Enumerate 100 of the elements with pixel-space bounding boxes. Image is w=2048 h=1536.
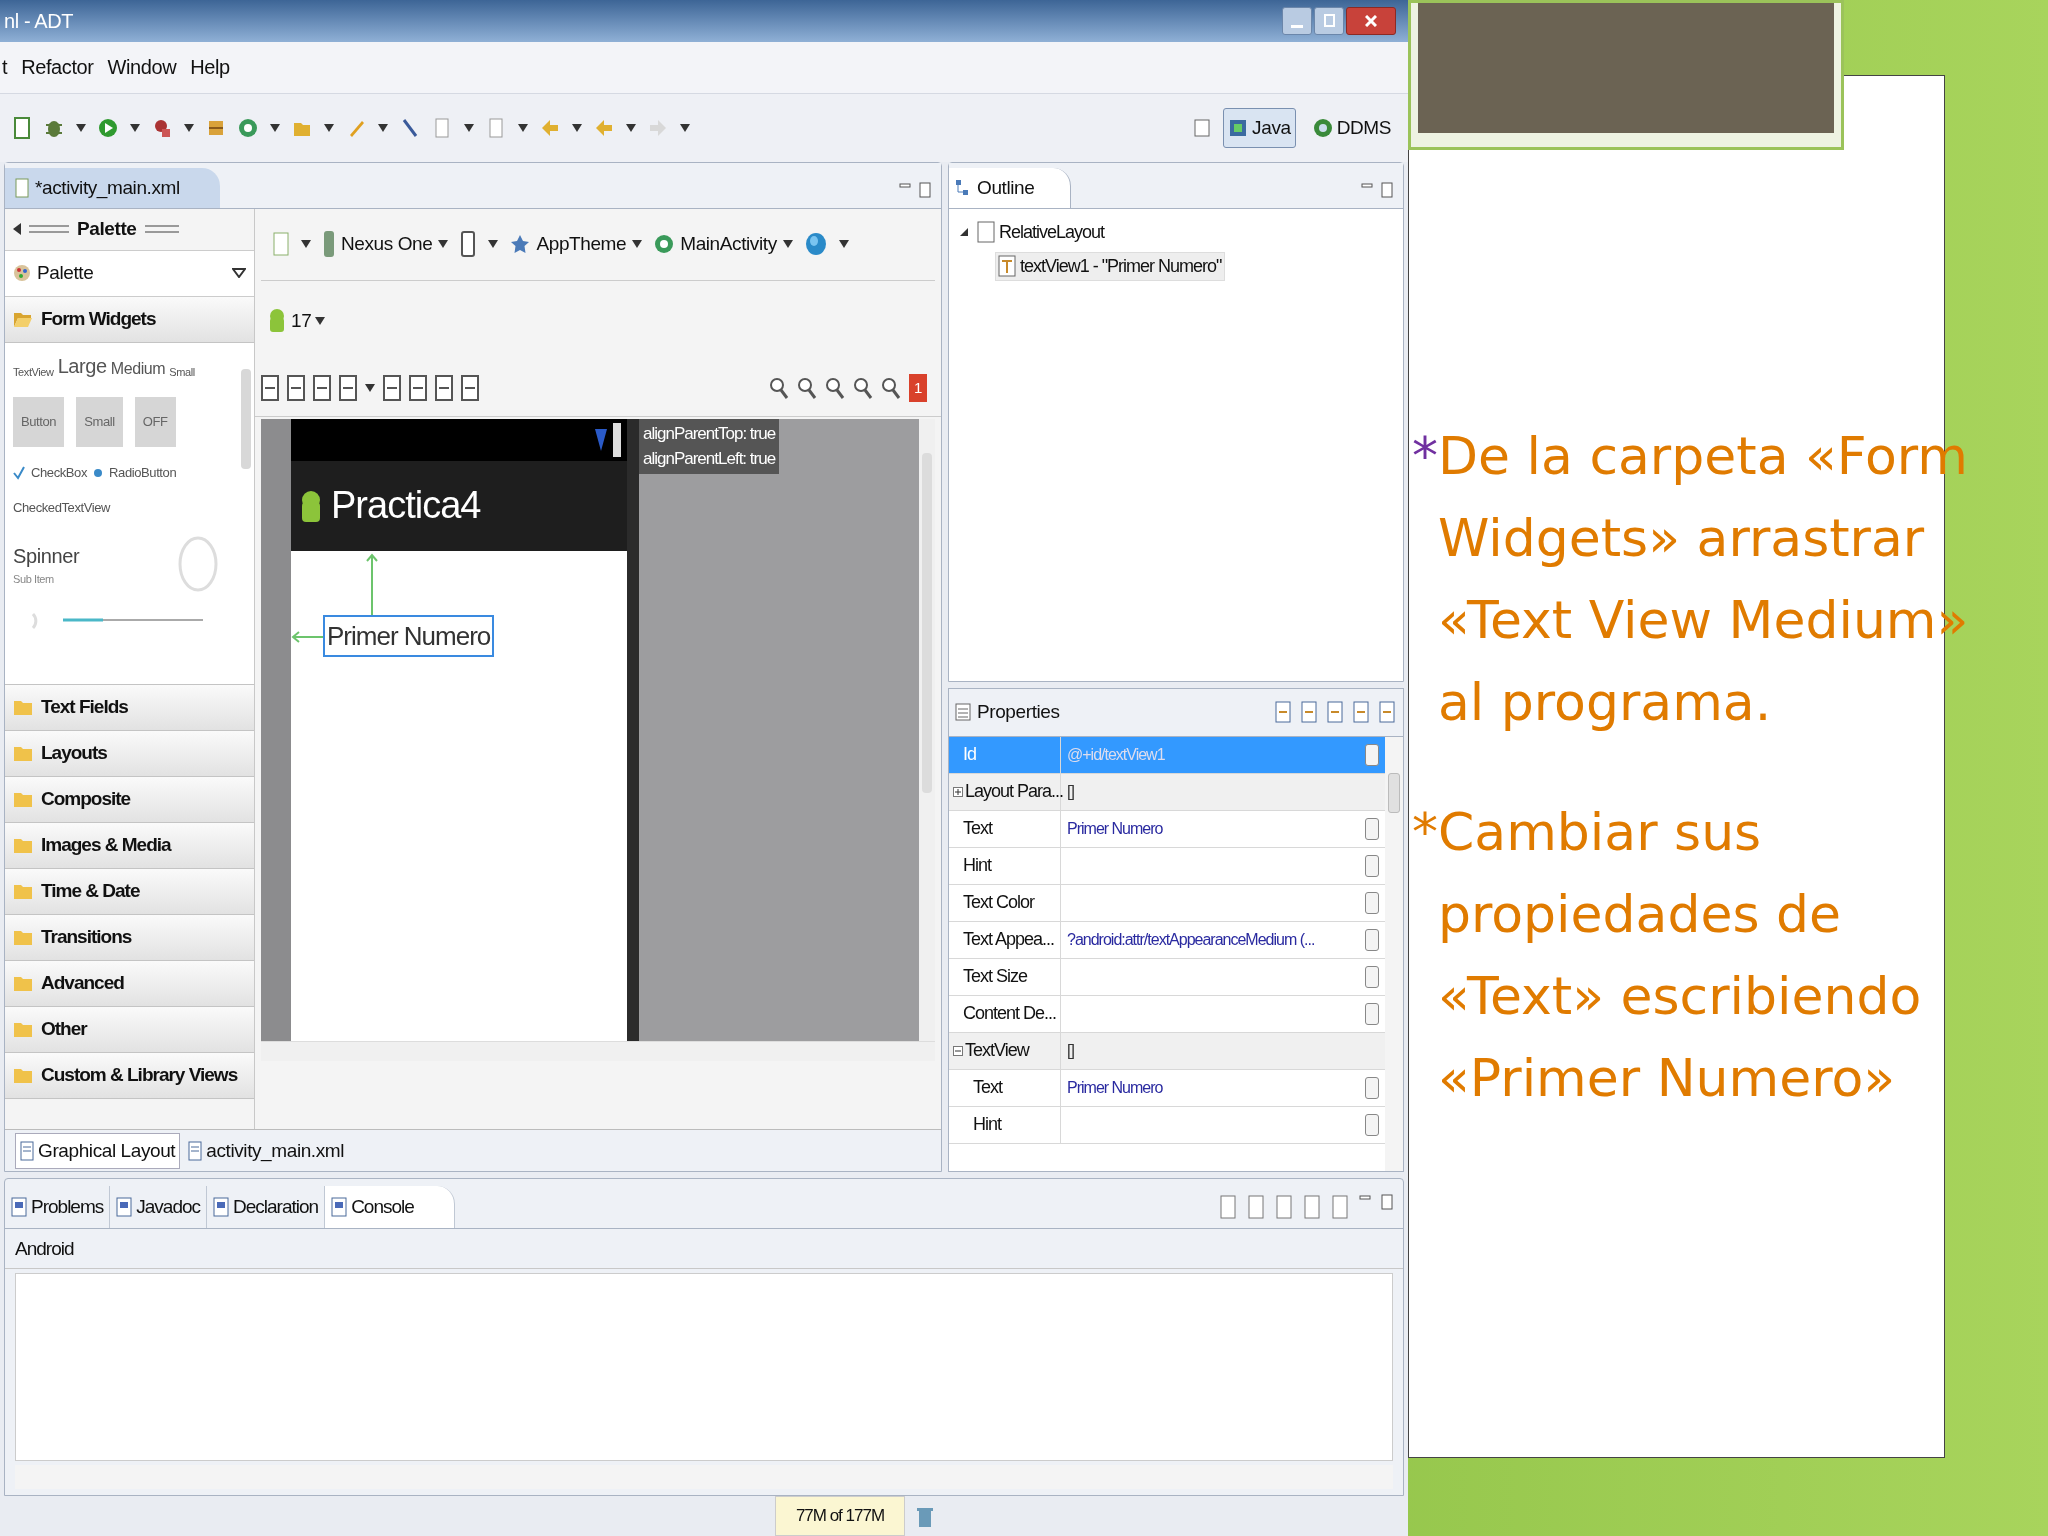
scrollbar[interactable] xyxy=(919,418,935,1041)
property-edit-button[interactable] xyxy=(1365,854,1379,877)
caret-icon[interactable] xyxy=(438,240,449,249)
scrollbar[interactable] xyxy=(1385,736,1403,1172)
caret-icon[interactable] xyxy=(488,240,499,249)
caret-icon[interactable] xyxy=(270,123,280,132)
caret-icon[interactable] xyxy=(324,123,334,132)
property-row[interactable]: TextView [] xyxy=(949,1032,1385,1070)
caret-icon[interactable] xyxy=(365,384,375,393)
palette-dropdown[interactable]: Palette xyxy=(5,250,254,297)
property-edit-button[interactable] xyxy=(1365,1076,1379,1099)
maximize-button[interactable] xyxy=(1314,6,1344,35)
property-row[interactable]: Text Size xyxy=(949,958,1385,996)
caret-icon[interactable] xyxy=(782,240,793,249)
caret-icon[interactable] xyxy=(464,123,474,132)
caret-icon[interactable] xyxy=(378,123,388,132)
console-tab[interactable]: Javadoc xyxy=(110,1186,208,1229)
palette-category[interactable]: Form Widgets xyxy=(5,296,254,343)
fit-width-icon[interactable] xyxy=(261,375,279,402)
activity-dropdown[interactable]: MainActivity xyxy=(654,230,793,259)
palette-category[interactable]: Images & Media xyxy=(5,822,254,869)
play-icon[interactable] xyxy=(98,116,118,139)
device-dropdown[interactable]: Nexus One xyxy=(323,230,449,259)
editor-view-tab[interactable]: activity_main.xml xyxy=(184,1132,349,1169)
document-icon[interactable] xyxy=(12,116,32,139)
selected-text-view[interactable]: Primer Numero xyxy=(323,614,495,657)
widget-label[interactable]: Medium xyxy=(110,356,166,381)
widget-label[interactable]: Small xyxy=(169,364,195,381)
property-row[interactable]: Text Primer Numero xyxy=(949,810,1385,848)
palette-category[interactable]: Text Fields xyxy=(5,684,254,731)
plus-box-icon[interactable] xyxy=(953,786,963,797)
layout-icon[interactable] xyxy=(409,375,427,402)
palette-category[interactable]: Layouts xyxy=(5,730,254,777)
widget-label[interactable]: Large xyxy=(57,350,107,381)
caret-icon[interactable] xyxy=(130,123,140,132)
widget-label[interactable]: CheckedTextView xyxy=(13,498,230,518)
caret-icon[interactable] xyxy=(315,316,326,325)
minimize-button[interactable] xyxy=(1282,6,1312,35)
caret-icon[interactable] xyxy=(572,123,582,132)
outline-tab[interactable]: Outline xyxy=(949,167,1072,208)
property-edit-button[interactable] xyxy=(1365,1002,1379,1025)
widget-label[interactable]: Spinner xyxy=(13,540,80,571)
api-level-dropdown[interactable]: 17 xyxy=(267,306,326,336)
layout-icon[interactable] xyxy=(383,375,401,402)
widget-button[interactable]: OFF xyxy=(134,396,176,447)
widget-label[interactable]: CheckBox xyxy=(31,462,88,483)
property-row[interactable]: Text Color xyxy=(949,884,1385,922)
collapse-arrow-icon[interactable] xyxy=(13,223,21,236)
caret-icon[interactable] xyxy=(838,240,849,249)
menu-item[interactable]: t xyxy=(2,52,8,83)
layout-icon[interactable] xyxy=(313,375,331,402)
property-edit-button[interactable] xyxy=(1365,928,1379,951)
widget-label[interactable]: Sub Item xyxy=(13,570,80,588)
class-icon[interactable] xyxy=(238,116,258,139)
widget-button[interactable]: Button xyxy=(13,396,65,447)
maximize-icon[interactable] xyxy=(1381,1194,1393,1211)
property-row[interactable]: Text Appea... ?android:attr/textAppearanceMedium (... xyxy=(949,921,1385,959)
console-tab[interactable]: Problems xyxy=(5,1186,111,1229)
menu-item[interactable]: Help xyxy=(190,52,230,83)
caret-icon[interactable] xyxy=(632,240,643,249)
layout-icon[interactable] xyxy=(339,375,357,402)
caret-icon[interactable] xyxy=(184,123,194,132)
widget-label[interactable]: TextView xyxy=(13,364,54,381)
caret-icon[interactable] xyxy=(76,123,86,132)
menu-item[interactable]: Window xyxy=(107,52,177,83)
property-row[interactable]: Hint xyxy=(949,847,1385,885)
palette-category[interactable]: Composite xyxy=(5,776,254,823)
console-tab[interactable]: Console xyxy=(325,1186,455,1229)
widget-button[interactable]: Small xyxy=(76,396,123,447)
fit-height-icon[interactable] xyxy=(287,375,305,402)
property-row[interactable]: Text Primer Numero xyxy=(949,1069,1385,1107)
palette-category[interactable]: Advanced xyxy=(5,960,254,1007)
close-button[interactable] xyxy=(1346,6,1396,35)
globe-icon[interactable] xyxy=(804,232,827,257)
caret-icon[interactable] xyxy=(626,123,636,132)
property-edit-button[interactable] xyxy=(1365,891,1379,914)
property-row[interactable]: Content De... xyxy=(949,995,1385,1033)
perspective-button[interactable]: Java xyxy=(1223,107,1296,148)
expanded-arrow-icon[interactable] xyxy=(959,227,969,238)
maximize-icon[interactable] xyxy=(1381,181,1393,198)
palette-category[interactable]: Time & Date xyxy=(5,868,254,915)
editor-tab[interactable]: *activity_main.xml xyxy=(5,167,220,208)
editor-view-tab[interactable]: Graphical Layout xyxy=(15,1132,181,1169)
palette-category[interactable]: Custom & Library Views xyxy=(5,1052,254,1099)
scrollbar[interactable] xyxy=(261,1040,935,1061)
console-tab[interactable]: Declaration xyxy=(207,1186,326,1229)
trash-icon[interactable] xyxy=(917,1506,933,1528)
rotate-phone-icon[interactable] xyxy=(460,230,477,259)
menu-item[interactable]: Refactor xyxy=(21,52,94,83)
layout-icon[interactable] xyxy=(435,375,453,402)
caret-icon[interactable] xyxy=(301,240,311,249)
caret-icon[interactable] xyxy=(680,123,690,132)
palette-category[interactable]: Transitions xyxy=(5,914,254,961)
minus-box-icon[interactable] xyxy=(953,1045,963,1056)
outline-item[interactable]: RelativeLayout xyxy=(975,218,1107,246)
outline-item[interactable]: textView1 - "Primer Numero" xyxy=(995,251,1225,281)
maximize-icon[interactable] xyxy=(919,181,931,198)
widget-label[interactable]: RadioButton xyxy=(109,462,177,483)
theme-dropdown[interactable]: AppTheme xyxy=(510,230,643,259)
layout-icon[interactable] xyxy=(461,375,479,402)
